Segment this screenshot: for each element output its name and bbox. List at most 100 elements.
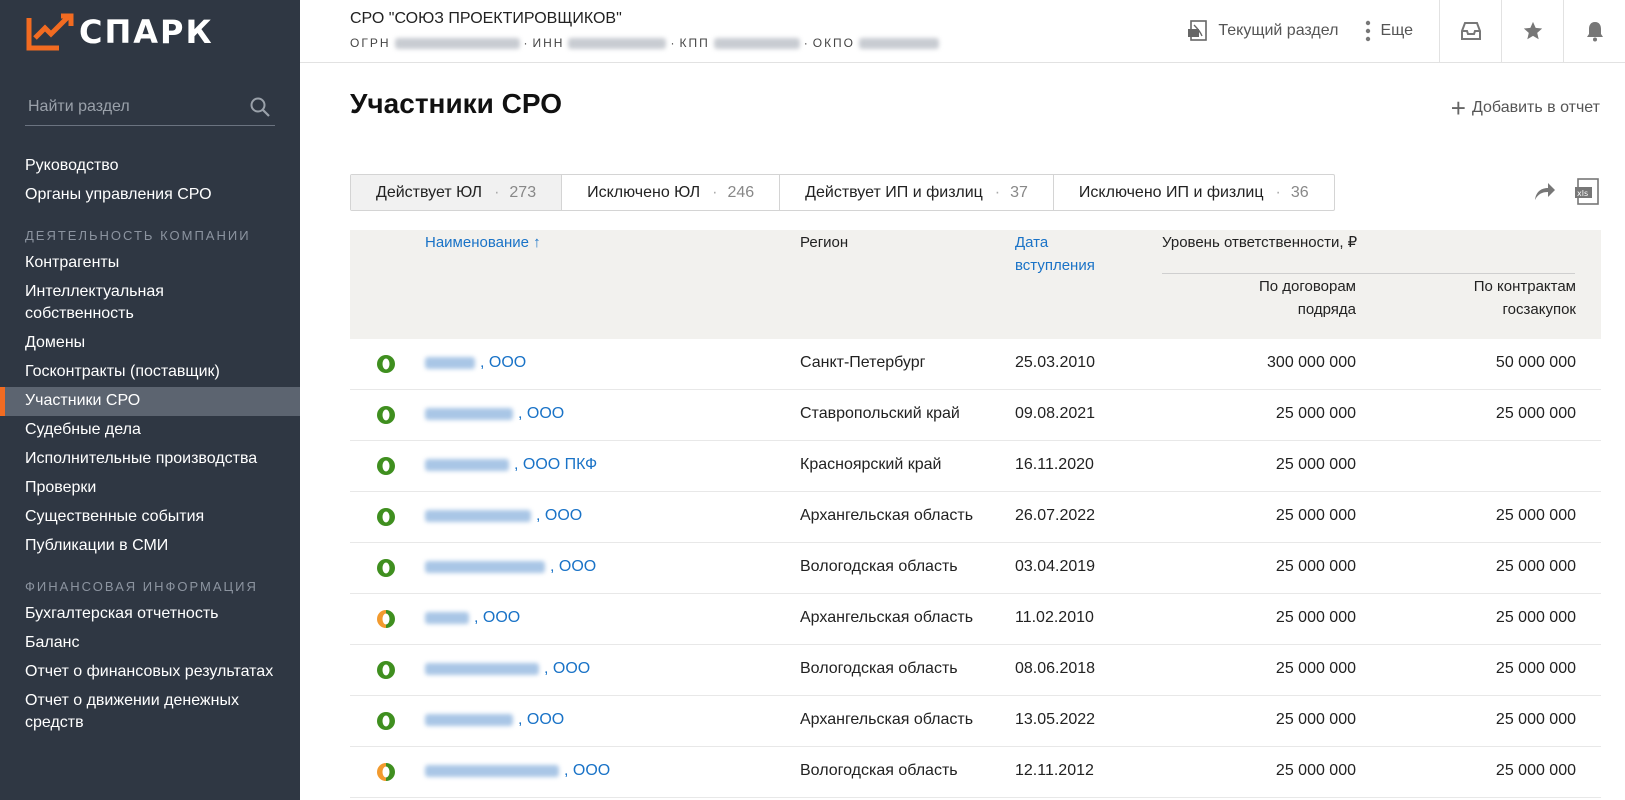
sidebar-item-gov-contracts[interactable]: Госконтракты (поставщик) [0,358,300,387]
current-section-button[interactable]: Текущий раздел [1186,19,1338,43]
company-name-redacted [425,561,545,573]
row-contracts-liability: 25 000 000 [1275,558,1356,575]
tab-excluded-legal[interactable]: Исключено ЮЛ · 246 [562,175,781,210]
row-join-date: 25.03.2010 [1015,354,1096,371]
company-name-redacted [425,663,539,675]
table-row[interactable]: , ООО ПКФ Красноярский край 16.11.2020 25 0… [350,441,1601,492]
page-title: Участники СРО [350,88,562,119]
search-icon[interactable] [249,96,271,118]
table-row[interactable]: , ООО Ставропольский край 09.08.2021 25 000… [350,390,1601,441]
row-contracts-liability: 25 000 000 [1275,609,1356,626]
xls-export-icon[interactable]: xls [1574,178,1600,206]
row-procurement-liability: 25 000 000 [1495,609,1576,626]
row-region: Вологодская область [800,660,958,677]
column-date-header[interactable]: Дата вступления [1015,231,1095,277]
row-procurement-liability: 50 000 000 [1495,354,1576,371]
company-name-redacted [425,510,531,522]
company-link[interactable]: , ООО [425,609,520,627]
sidebar-item-accounting[interactable]: Бухгалтерская отчетность [0,600,300,629]
tab-label: Действует ЮЛ [376,183,483,201]
tab-active-individuals[interactable]: Действует ИП и физлиц · 37 [780,175,1054,210]
sidebar-item-enforcement[interactable]: Исполнительные производства [0,445,300,474]
row-procurement-liability: 25 000 000 [1495,405,1576,422]
inbox-icon [1460,22,1481,40]
row-join-date: 03.04.2019 [1015,558,1096,575]
ogrn-label: ОГРН [350,36,391,50]
row-procurement-liability: 25 000 000 [1495,507,1576,524]
table-row[interactable]: , ООО Санкт-Петербург 25.03.2010 300 000 00… [350,339,1601,390]
company-link[interactable]: , ООО [425,711,564,729]
sidebar-section-activity: ДЕЯТЕЛЬНОСТЬ КОМПАНИИ [25,228,251,243]
sidebar-item-governing-bodies[interactable]: Органы управления СРО [0,181,300,210]
svg-text:xls: xls [1577,189,1588,198]
company-name-redacted [425,408,513,420]
column-name-header[interactable]: Наименование ↑ [425,230,541,254]
sidebar-item-domains[interactable]: Домены [0,329,300,358]
tab-label: Исключено ЮЛ [587,183,701,201]
tab-separator-dot: · [712,183,718,201]
sidebar-item-balance[interactable]: Баланс [0,629,300,658]
table-row[interactable]: , ООО Архангельская область 11.02.2010 25 0… [350,594,1601,645]
sidebar-item-inspections[interactable]: Проверки [0,474,300,503]
header-actions: Текущий раздел Еще [1186,0,1625,62]
sidebar-item-sro-members[interactable]: Участники СРО [0,387,300,416]
table-row[interactable]: , ООО Вологодская область 08.06.2018 25 000… [350,645,1601,696]
okpo-label: ОКПО [812,36,856,50]
tab-count: 37 [1010,183,1028,201]
column-procurement-header-line2: госзакупок [1502,301,1576,318]
company-link[interactable]: , ООО [425,354,526,372]
tab-active-legal[interactable]: Действует ЮЛ · 273 [351,175,563,210]
tab-separator-dot: · [1275,183,1281,201]
row-region: Архангельская область [800,609,974,626]
row-contracts-liability: 25 000 000 [1275,711,1356,728]
more-button[interactable]: Еще [1364,19,1413,43]
company-name-redacted [425,612,469,624]
company-link[interactable]: , ООО [425,660,590,678]
company-legal-form: , ООО ПКФ [514,456,598,473]
row-contracts-liability: 25 000 000 [1275,405,1356,422]
table-row[interactable]: , ООО Архангельская область 13.05.2022 25 0… [350,696,1601,747]
more-label: Еще [1380,22,1413,39]
column-region-header[interactable]: Регион [800,231,848,254]
company-legal-form: , ООО [536,507,583,524]
table-row[interactable]: , ООО Вологодская область 03.04.2019 25 000… [350,543,1601,594]
more-vertical-icon [1366,20,1371,42]
sidebar-item-court-cases[interactable]: Судебные дела [0,416,300,445]
column-contracts-header-line2: подряда [1297,301,1356,318]
company-legal-form: , ООО [518,405,565,422]
row-join-date: 11.02.2010 [1015,609,1094,626]
table-row[interactable]: , ООО Архангельская область 26.07.2022 25 0… [350,492,1601,543]
column-contracts-header[interactable]: По договорам подряда [1259,275,1356,321]
company-name-redacted [425,714,513,726]
company-link[interactable]: , ООО [425,762,610,780]
logo-text: СПАРК [79,13,214,51]
top-header: СРО "СОЮЗ ПРОЕКТИРОВЩИКОВ" ОГРН · ИНН · … [300,0,1625,63]
sidebar-item-media[interactable]: Публикации в СМИ [0,532,300,561]
sidebar-item-intellectual-property[interactable]: Интеллектуальная собственность [0,278,300,329]
notifications-button[interactable] [1563,0,1625,62]
tab-separator-dot: · [994,183,1001,201]
company-link[interactable]: , ООО [425,507,582,525]
sidebar-search [25,88,275,126]
row-contracts-liability: 25 000 000 [1275,456,1356,473]
sidebar-item-financial-results[interactable]: Отчет о финансовых результатах [0,658,300,687]
company-link[interactable]: , ООО [425,405,564,423]
column-procurement-header[interactable]: По контрактам госзакупок [1474,275,1576,321]
company-link[interactable]: , ООО ПКФ [425,456,597,474]
row-region: Архангельская область [800,711,974,728]
inn-label: ИНН [532,36,565,50]
add-to-report-button[interactable]: + Добавить в отчет [1451,95,1600,121]
tab-count: 273 [509,183,537,201]
sidebar-item-cash-flow[interactable]: Отчет о движении денежных средств [0,687,300,738]
share-icon[interactable] [1532,180,1556,202]
logo[interactable]: СПАРК [25,12,214,52]
sidebar-item-material-events[interactable]: Существенные события [0,503,300,532]
table-row[interactable]: , ООО Вологодская область 12.11.2012 25 000… [350,747,1601,798]
sidebar-item-counterparties[interactable]: Контрагенты [0,249,300,278]
inbox-button[interactable] [1439,0,1501,62]
tab-excluded-individuals[interactable]: Исключено ИП и физлиц · 36 [1054,175,1334,210]
favorites-button[interactable] [1501,0,1563,62]
sidebar-search-input[interactable] [25,97,245,116]
sidebar-item-management[interactable]: Руководство [0,152,300,181]
company-link[interactable]: , ООО [425,558,596,576]
